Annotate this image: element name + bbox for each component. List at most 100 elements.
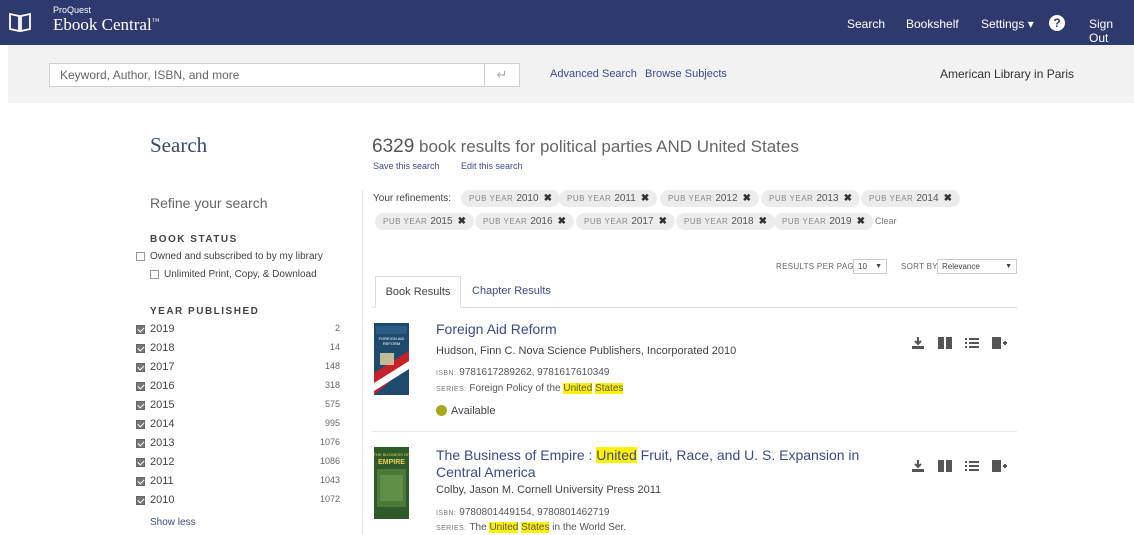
- year-count: 14: [329, 342, 340, 352]
- list-icon[interactable]: [964, 459, 980, 473]
- chevron-down-icon: ▼: [875, 263, 882, 270]
- read-icon[interactable]: [937, 459, 953, 473]
- nav-settings[interactable]: Settings ▾: [981, 17, 1034, 31]
- year-checkbox[interactable]: [136, 363, 145, 372]
- year-checkbox[interactable]: [136, 420, 145, 429]
- per-page-select[interactable]: 10 ▼: [853, 259, 887, 274]
- chip-remove-icon[interactable]: ✖: [544, 193, 552, 204]
- refinement-chip: PUB YEAR 2011 ✖: [559, 190, 658, 207]
- year-checkbox[interactable]: [136, 344, 145, 353]
- year-label: 2011: [150, 475, 174, 487]
- year-filter-row[interactable]: 2016 318: [136, 379, 344, 395]
- return-icon[interactable]: ↵: [485, 63, 520, 87]
- read-icon[interactable]: [937, 336, 953, 350]
- year-count: 318: [324, 380, 340, 390]
- series-text: The: [469, 522, 490, 533]
- year-filter-row[interactable]: 2017 148: [136, 360, 344, 376]
- add-to-bookshelf-icon[interactable]: [991, 459, 1007, 473]
- owned-checkbox[interactable]: [136, 252, 145, 261]
- nav-sign-out[interactable]: Sign Out: [1089, 17, 1134, 45]
- cover-title-text: THE BUSINESS OF: [374, 452, 409, 457]
- year-filter-row[interactable]: 2012 1086: [136, 455, 344, 471]
- nav-search[interactable]: Search: [847, 17, 885, 31]
- year-filter-row[interactable]: 2011 1043: [136, 474, 344, 490]
- year-filter-row[interactable]: 2015 575: [136, 398, 344, 414]
- series-label: SERIES:: [436, 525, 467, 532]
- year-filter-row[interactable]: 2014 995: [136, 417, 344, 433]
- book-cover[interactable]: FOREIGN AID REFORM: [374, 323, 409, 395]
- year-filter-row[interactable]: 2013 1076: [136, 436, 344, 452]
- edit-search-link[interactable]: Edit this search: [461, 161, 523, 171]
- chip-remove-icon[interactable]: ✖: [743, 193, 751, 204]
- clear-refinements-link[interactable]: Clear: [875, 216, 897, 226]
- chip-remove-icon[interactable]: ✖: [558, 216, 566, 227]
- brand-title[interactable]: Ebook Central™: [53, 15, 160, 35]
- year-count: 575: [324, 399, 340, 409]
- book-logo-icon[interactable]: [8, 11, 32, 33]
- chip-key: PUB YEAR: [469, 194, 514, 203]
- sort-select[interactable]: Relevance ▼: [937, 259, 1017, 274]
- search-highlight: States: [595, 383, 624, 394]
- chip-remove-icon[interactable]: ✖: [659, 216, 667, 227]
- chip-key: PUB YEAR: [567, 194, 612, 203]
- browse-subjects-link[interactable]: Browse Subjects: [645, 68, 727, 80]
- tab-chapter-results[interactable]: Chapter Results: [472, 285, 551, 297]
- chip-key: PUB YEAR: [668, 194, 713, 203]
- chip-value: 2017: [631, 216, 654, 227]
- refinement-chip: PUB YEAR 2019 ✖: [774, 213, 873, 230]
- chip-remove-icon[interactable]: ✖: [944, 193, 952, 204]
- chip-key: PUB YEAR: [383, 217, 428, 226]
- year-checkbox[interactable]: [136, 401, 145, 410]
- series-text: in the World Ser.: [549, 522, 627, 533]
- show-less-link[interactable]: Show less: [150, 517, 196, 528]
- year-checkbox[interactable]: [136, 458, 145, 467]
- result-count: 6329: [372, 136, 415, 157]
- book-cover[interactable]: THE BUSINESS OF EMPIRE: [374, 447, 409, 519]
- year-filter-row[interactable]: 2019 2: [136, 322, 344, 338]
- year-checkbox[interactable]: [136, 382, 145, 391]
- download-icon[interactable]: [910, 336, 926, 350]
- availability-icon: [436, 405, 447, 416]
- chip-key: PUB YEAR: [483, 217, 528, 226]
- result-title[interactable]: The Business of Empire : United Fruit, R…: [436, 447, 896, 481]
- advanced-search-link[interactable]: Advanced Search: [550, 68, 637, 80]
- search-highlight: United: [596, 447, 637, 463]
- nav-bookshelf[interactable]: Bookshelf: [906, 17, 959, 31]
- chip-remove-icon[interactable]: ✖: [857, 216, 865, 227]
- year-label: 2015: [150, 399, 175, 411]
- year-filter-row[interactable]: 2010 1072: [136, 493, 344, 509]
- search-input[interactable]: [49, 63, 485, 87]
- result-title[interactable]: Foreign Aid Reform: [436, 321, 896, 338]
- refinement-chip: PUB YEAR 2015 ✖: [375, 213, 474, 230]
- year-checkbox[interactable]: [136, 477, 145, 486]
- owned-label: Owned and subscribed to by my library: [150, 251, 323, 262]
- chip-remove-icon[interactable]: ✖: [641, 193, 649, 204]
- add-to-bookshelf-icon[interactable]: [991, 336, 1007, 350]
- year-checkbox[interactable]: [136, 325, 145, 334]
- tab-underline: [372, 307, 1017, 308]
- cover-title-text: EMPIRE: [378, 459, 405, 466]
- chip-remove-icon[interactable]: ✖: [759, 216, 767, 227]
- year-checkbox[interactable]: [136, 439, 145, 448]
- year-checkbox[interactable]: [136, 496, 145, 505]
- refinement-chip: PUB YEAR 2013 ✖: [761, 190, 860, 207]
- chip-value: 2014: [916, 193, 939, 204]
- unlimited-checkbox[interactable]: [150, 270, 159, 279]
- refinement-chip: PUB YEAR 2016 ✖: [475, 213, 574, 230]
- sort-value: Relevance: [942, 262, 980, 271]
- tab-book-results[interactable]: Book Results: [375, 276, 461, 308]
- chip-remove-icon[interactable]: ✖: [844, 193, 852, 204]
- chip-remove-icon[interactable]: ✖: [458, 216, 466, 227]
- year-label: 2018: [150, 342, 175, 354]
- page-title: Search: [150, 133, 208, 157]
- result-meta: Colby, Jason M. Cornell University Press…: [436, 484, 662, 496]
- availability-text: Available: [451, 405, 496, 417]
- year-filter-row[interactable]: 2018 14: [136, 341, 344, 357]
- download-icon[interactable]: [910, 459, 926, 473]
- year-published-heading: YEAR PUBLISHED: [150, 306, 260, 317]
- chip-value: 2018: [731, 216, 754, 227]
- save-search-link[interactable]: Save this search: [373, 161, 440, 171]
- help-icon[interactable]: ?: [1049, 15, 1065, 31]
- year-label: 2012: [150, 456, 175, 468]
- list-icon[interactable]: [964, 336, 980, 350]
